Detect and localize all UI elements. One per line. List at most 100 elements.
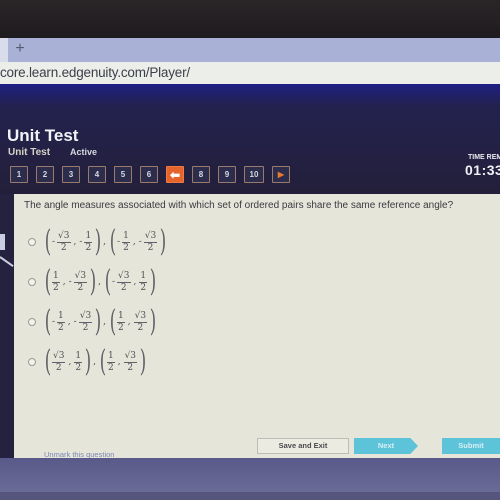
open-paren: ( [104,264,112,299]
question-nav-9[interactable]: 9 [218,166,236,183]
ordered-pairs: (1 2, - √3 2),(- √3 2, 1 2) [43,264,157,299]
sidebar-tab[interactable] [0,234,5,250]
sidebar [0,194,14,500]
numerator: √3 [123,350,138,363]
comma: , [73,237,77,247]
ordered-pairs: (√3 2, 1 2),(1 2, √3 2) [43,347,146,377]
denominator: 2 [55,362,62,373]
question-panel: The angle measures associated with which… [14,194,500,459]
timer-label: TIME REMAINING [468,154,500,161]
question-nav-2[interactable]: 2 [36,166,54,183]
fraction: √3 2 [78,310,93,334]
answer-option[interactable]: (1 2, - √3 2),(- √3 2, 1 2) [28,262,166,302]
numerator: 1 [139,270,148,283]
denominator: 2 [60,242,67,253]
denominator: 2 [107,362,114,373]
open-paren: ( [44,304,52,339]
back-arrow-icon: ⬅ [169,167,181,182]
numerator: 1 [52,270,60,283]
answer-option[interactable]: (√3 2, 1 2),(1 2, √3 2) [28,342,166,382]
minus-sign: - [112,277,116,287]
comma: , [132,237,136,247]
close-paren: ) [160,224,167,259]
status-badge: Active [70,147,98,157]
minus-sign: - [117,237,121,247]
fraction: 12 [117,311,125,334]
minus-sign: - [79,237,83,247]
denominator: 2 [77,282,84,293]
new-tab-button[interactable]: + [12,40,28,58]
submit-button[interactable]: Submit [442,438,500,454]
next-button[interactable]: Next [354,438,418,454]
minus-sign: - [138,237,142,247]
comma: , [68,357,72,367]
comma: , [98,277,101,287]
radio-button[interactable] [28,238,36,246]
comma: , [133,277,137,287]
browser-tab[interactable] [0,38,8,62]
open-paren: ( [109,304,117,339]
answer-option[interactable]: (- √3 2, -1 2),(-1 2, - √3 2) [28,222,166,262]
question-text: The angle measures associated with which… [24,200,454,211]
answer-option[interactable]: (-1 2, - √3 2),(1 2, √3 2) [28,302,166,342]
monitor-bezel [0,0,500,40]
fraction: √3 2 [117,271,131,294]
radio-button[interactable] [28,278,36,286]
open-paren: ( [109,224,117,259]
minus-sign: - [68,277,72,287]
question-navigation: 1 2 3 4 5 6 ⬅ 8 9 10 ▶ [10,166,290,184]
question-nav-8[interactable]: 8 [192,166,210,183]
radio-button[interactable] [28,318,36,326]
fraction: √3 2 [73,270,88,294]
comma: , [62,277,66,287]
fraction: 12 [106,351,115,374]
fraction: 12 [74,350,83,374]
question-nav-6[interactable]: 6 [140,166,158,183]
question-nav-4[interactable]: 4 [88,166,106,183]
numerator: √3 [143,230,158,243]
question-nav-3[interactable]: 3 [62,166,80,183]
fraction: 12 [139,270,148,294]
question-nav-1[interactable]: 1 [10,166,28,183]
numerator: √3 [78,310,93,323]
denominator: 2 [118,322,124,333]
url-text[interactable]: core.learn.edgenuity.com/Player/ [0,65,190,80]
denominator: 2 [123,242,129,253]
fraction: 12 [57,311,65,334]
ordered-pairs: (- √3 2, -1 2),(-1 2, - √3 2) [43,224,167,259]
numerator: √3 [57,230,71,243]
denominator: 2 [58,322,64,333]
minus-sign: - [52,237,56,247]
radio-button[interactable] [28,358,36,366]
question-nav-10[interactable]: 10 [244,166,264,183]
question-nav-next[interactable]: ▶ [272,166,290,183]
minus-sign: - [52,317,56,327]
save-and-exit-button[interactable]: Save and Exit [257,438,349,454]
fraction: √3 2 [52,351,66,374]
question-nav-5[interactable]: 5 [114,166,132,183]
close-paren: ) [149,304,157,339]
fraction: 12 [52,271,60,294]
comma: , [103,317,107,327]
numerator: 1 [74,350,83,363]
close-paren: ) [89,264,97,299]
minus-sign: - [73,317,77,327]
next-arrow-icon: ▶ [277,170,285,179]
fraction: 12 [122,231,130,254]
denominator: 2 [137,322,144,333]
denominator: 2 [82,322,89,333]
numerator: 1 [84,230,93,243]
pencil-icon[interactable] [0,256,14,267]
question-nav-current[interactable]: ⬅ [166,166,184,183]
numerator: 1 [122,230,130,243]
address-bar[interactable]: core.learn.edgenuity.com/Player/ [0,62,500,84]
browser-tab-strip: + [0,38,500,62]
denominator: 2 [140,282,147,293]
answer-options: (- √3 2, -1 2),(-1 2, - √3 2)(1 2, - √3 2),(- √3 2, 1 2)… [28,222,166,382]
numerator: √3 [73,270,88,283]
fraction: √3 2 [57,230,71,254]
denominator: 2 [120,282,127,293]
numerator: 1 [117,310,125,323]
fraction: √3 2 [143,230,158,254]
page-title: Unit Test [7,126,79,145]
